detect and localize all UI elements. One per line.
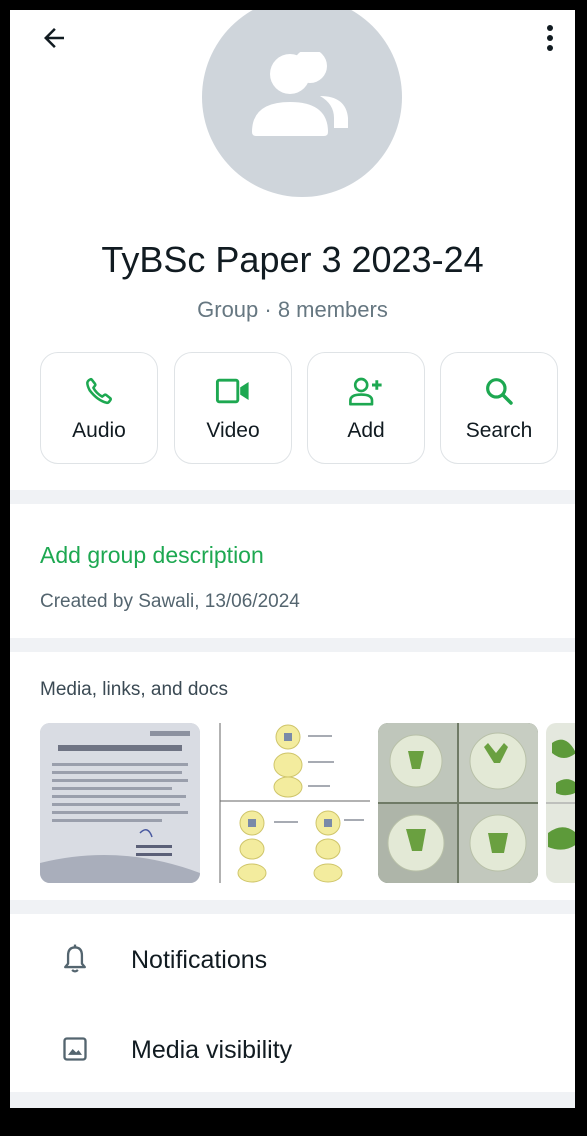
created-by-text: Created by Sawali, 13/06/2024 — [40, 591, 300, 612]
more-vertical-icon — [547, 25, 553, 51]
media-thumbnail[interactable] — [546, 723, 575, 883]
add-label: Add — [347, 419, 385, 442]
group-avatar[interactable] — [202, 10, 402, 197]
section-divider — [10, 638, 575, 652]
group-subtitle[interactable]: Group · 8 members — [10, 297, 575, 323]
group-people-icon — [252, 52, 348, 136]
media-thumbnails — [40, 723, 575, 885]
section-divider — [10, 1092, 575, 1108]
audio-label: Audio — [72, 419, 126, 442]
group-info-screen: TyBSc Paper 3 2023-24 Group · 8 members … — [10, 10, 575, 1108]
video-call-button[interactable]: Video — [174, 352, 292, 464]
media-visibility-row[interactable]: Media visibility — [10, 1014, 575, 1090]
section-divider — [10, 490, 575, 504]
notifications-row[interactable]: Notifications — [10, 924, 575, 1000]
arrow-left-icon — [44, 28, 64, 48]
add-person-icon — [349, 377, 382, 406]
bell-icon — [64, 944, 86, 973]
search-icon — [486, 378, 513, 405]
more-options-button[interactable] — [535, 18, 565, 58]
video-camera-icon — [215, 378, 249, 404]
back-button[interactable] — [34, 18, 74, 58]
video-label: Video — [206, 419, 260, 442]
add-group-description-link[interactable]: Add group description — [40, 542, 264, 569]
media-visibility-label: Media visibility — [131, 1036, 293, 1064]
section-divider — [10, 900, 575, 914]
notifications-label: Notifications — [131, 946, 268, 974]
add-member-button[interactable]: Add — [307, 352, 425, 464]
quick-actions: Audio Video Add Search — [38, 352, 558, 468]
search-label: Search — [465, 419, 533, 442]
media-thumbnail[interactable] — [208, 723, 370, 883]
media-thumbnail[interactable] — [378, 723, 538, 883]
image-icon — [63, 1037, 87, 1061]
audio-call-button[interactable]: Audio — [40, 352, 158, 464]
media-thumbnail[interactable] — [40, 723, 200, 883]
group-name: TyBSc Paper 3 2023-24 — [101, 239, 484, 280]
media-links-docs-heading[interactable]: Media, links, and docs — [40, 679, 228, 701]
search-button[interactable]: Search — [440, 352, 558, 464]
phone-icon — [86, 377, 112, 405]
